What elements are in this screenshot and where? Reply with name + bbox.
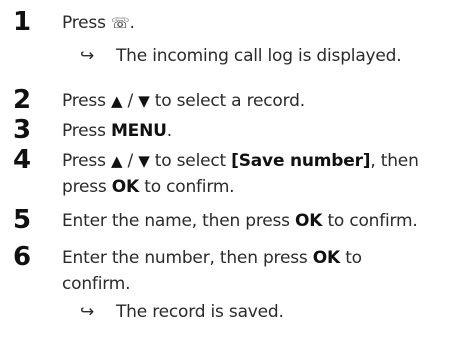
step-text-pre: Press: [62, 151, 111, 171]
step-number: 4: [13, 145, 32, 175]
up-arrow-icon: ▲: [110, 152, 123, 170]
step-number: 3: [13, 115, 32, 145]
step-text: Press MENU.: [62, 121, 172, 141]
step-text-line2-pre: press: [62, 177, 112, 197]
menu-key: MENU: [110, 121, 167, 141]
step-text-pre: Press: [62, 13, 111, 33]
slash: /: [122, 91, 139, 111]
result-text: The record is saved.: [116, 302, 284, 322]
step-result: ↪ The record is saved.: [80, 302, 284, 322]
step-text: Press ☏.: [62, 13, 135, 33]
step-text-pre: Enter the number, then press: [62, 248, 313, 268]
step-text: Enter the name, then press OK to confirm…: [62, 211, 418, 231]
down-arrow-icon: ▼: [138, 92, 150, 110]
ok-key: OK: [312, 248, 340, 268]
step-text-post: to confirm.: [322, 211, 418, 231]
step-text-post: to select a record.: [149, 91, 305, 111]
step-text: Press ▲ / ▼ to select [Save number], the…: [62, 151, 419, 171]
step-number: 5: [13, 205, 32, 235]
step-text-post: .: [129, 13, 135, 33]
step-text: Enter the number, then press OK to: [62, 248, 362, 268]
step-text-post: to: [340, 248, 362, 268]
step-text-post: , then: [370, 151, 419, 171]
result-text: The incoming call log is displayed.: [116, 46, 402, 66]
ok-key: OK: [111, 177, 140, 197]
step-text-post: .: [166, 121, 172, 141]
step-number: 6: [13, 242, 32, 272]
step-number: 1: [13, 7, 32, 37]
step-text-line2-post: to confirm.: [139, 177, 235, 197]
call-log-icon: ☏: [110, 14, 130, 32]
down-arrow-icon: ▼: [138, 152, 150, 170]
save-number-option: [Save number]: [231, 151, 371, 171]
step-text-pre: Press: [62, 121, 111, 141]
step-text: Press ▲ / ▼ to select a record.: [62, 91, 305, 111]
step-result: ↪ The incoming call log is displayed.: [80, 46, 402, 66]
up-arrow-icon: ▲: [110, 92, 123, 110]
step-text-line2: confirm.: [62, 274, 131, 294]
step-text-mid: to select: [149, 151, 232, 171]
step-number: 2: [13, 85, 32, 115]
step-text-pre: Enter the name, then press: [62, 211, 296, 231]
ok-key: OK: [295, 211, 323, 231]
result-arrow-icon: ↪: [80, 302, 95, 322]
result-arrow-icon: ↪: [80, 46, 95, 66]
step-text-pre: Press: [62, 91, 111, 111]
slash: /: [122, 151, 139, 171]
step-text-line2: press OK to confirm.: [62, 177, 235, 197]
